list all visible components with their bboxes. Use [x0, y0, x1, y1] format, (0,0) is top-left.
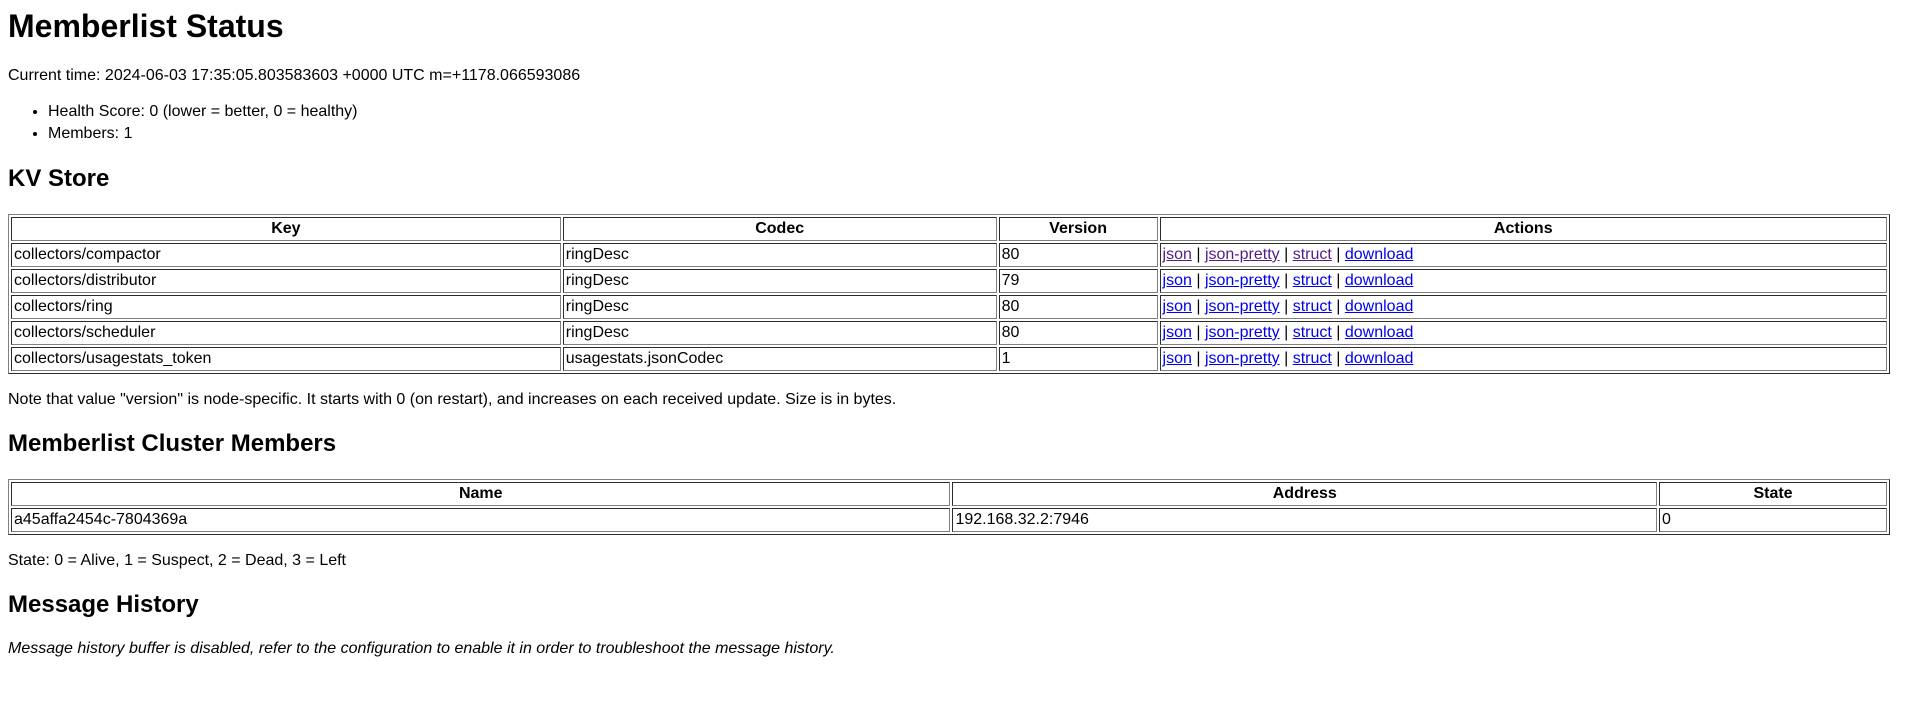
kv-cell-key: collectors/distributor	[11, 268, 561, 293]
kv-cell-key: collectors/scheduler	[11, 320, 561, 345]
member-cell-name: a45affa2454c-7804369a	[11, 507, 951, 532]
member-cell-state: 0	[1659, 507, 1887, 532]
action-link-struct[interactable]: struct	[1293, 324, 1332, 341]
action-separator: |	[1191, 323, 1205, 341]
table-row: collectors/distributor ringDesc 79 json …	[11, 268, 1887, 293]
kv-cell-version: 79	[998, 268, 1158, 293]
kv-cell-codec: ringDesc	[562, 320, 997, 345]
kv-cell-key: collectors/compactor	[11, 242, 561, 267]
action-separator: |	[1191, 245, 1205, 263]
action-link-download[interactable]: download	[1345, 324, 1414, 341]
action-separator: |	[1331, 297, 1345, 315]
kv-cell-actions: json | json-pretty | struct | download	[1159, 320, 1887, 345]
members-column-header-name: Name	[11, 481, 951, 506]
table-row: collectors/usagestats_token usagestats.j…	[11, 346, 1887, 371]
action-link-json[interactable]: json	[1163, 246, 1192, 263]
kv-cell-codec: ringDesc	[562, 294, 997, 319]
kv-cell-key: collectors/usagestats_token	[11, 346, 561, 371]
kv-store-body: collectors/compactor ringDesc 80 json | …	[11, 242, 1887, 371]
kv-column-header-actions: Actions	[1159, 216, 1887, 241]
action-separator: |	[1331, 323, 1345, 341]
action-separator: |	[1191, 271, 1205, 289]
table-row: collectors/ring ringDesc 80 json | json-…	[11, 294, 1887, 319]
kv-cell-version: 80	[998, 242, 1158, 267]
status-summary-list: Health Score: 0 (lower = better, 0 = hea…	[8, 101, 1890, 144]
action-separator: |	[1279, 349, 1293, 367]
members-column-header-state: State	[1659, 481, 1887, 506]
members-column-header-address: Address	[952, 481, 1658, 506]
kv-column-header-codec: Codec	[562, 216, 997, 241]
action-separator: |	[1331, 271, 1345, 289]
action-separator: |	[1331, 245, 1345, 263]
action-link-json-pretty[interactable]: json-pretty	[1205, 298, 1280, 315]
member-cell-address: 192.168.32.2:7946	[952, 507, 1658, 532]
kv-column-header-version: Version	[998, 216, 1158, 241]
memberlist-status-page: { "page": { "title": "Memberlist Status"…	[0, 0, 1898, 683]
cluster-members-body: a45affa2454c-7804369a 192.168.32.2:7946 …	[11, 507, 1887, 532]
table-row: collectors/compactor ringDesc 80 json | …	[11, 242, 1887, 267]
action-separator: |	[1279, 245, 1293, 263]
message-history-heading: Message History	[8, 590, 199, 618]
kv-cell-actions: json | json-pretty | struct | download	[1159, 242, 1887, 267]
cluster-members-heading: Memberlist Cluster Members	[8, 429, 337, 457]
action-separator: |	[1279, 271, 1293, 289]
table-row: collectors/scheduler ringDesc 80 json | …	[11, 320, 1887, 345]
members-header-row: Name Address State	[11, 481, 1887, 506]
action-link-struct[interactable]: struct	[1293, 298, 1332, 315]
action-link-struct[interactable]: struct	[1293, 350, 1332, 367]
action-link-json-pretty[interactable]: json-pretty	[1205, 350, 1280, 367]
kv-store-header-row: Key Codec Version Actions	[11, 216, 1887, 241]
table-row: a45affa2454c-7804369a 192.168.32.2:7946 …	[11, 507, 1887, 532]
action-link-json[interactable]: json	[1163, 324, 1192, 341]
action-link-json[interactable]: json	[1163, 350, 1192, 367]
kv-cell-codec: usagestats.jsonCodec	[562, 346, 997, 371]
action-separator: |	[1191, 297, 1205, 315]
action-link-json-pretty[interactable]: json-pretty	[1205, 324, 1280, 341]
action-link-struct[interactable]: struct	[1293, 272, 1332, 289]
action-separator: |	[1279, 323, 1293, 341]
kv-cell-actions: json | json-pretty | struct | download	[1159, 294, 1887, 319]
action-link-download[interactable]: download	[1345, 272, 1414, 289]
kv-cell-version: 80	[998, 294, 1158, 319]
page-title: Memberlist Status	[8, 8, 284, 44]
action-link-json[interactable]: json	[1163, 272, 1192, 289]
action-link-download[interactable]: download	[1345, 246, 1414, 263]
kv-cell-actions: json | json-pretty | struct | download	[1159, 346, 1887, 371]
kv-cell-codec: ringDesc	[562, 242, 997, 267]
summary-item-health-score: Health Score: 0 (lower = better, 0 = hea…	[48, 101, 1890, 123]
kv-cell-key: collectors/ring	[11, 294, 561, 319]
message-history-disabled-notice: Message history buffer is disabled, refe…	[8, 640, 835, 658]
action-link-json[interactable]: json	[1163, 298, 1192, 315]
action-link-struct[interactable]: struct	[1293, 246, 1332, 263]
kv-store-note: Note that value "version" is node-specif…	[8, 390, 897, 408]
kv-cell-codec: ringDesc	[562, 268, 997, 293]
action-link-download[interactable]: download	[1345, 350, 1414, 367]
cluster-members-table: Name Address State a45affa2454c-7804369a…	[8, 478, 1890, 535]
kv-store-table: Key Codec Version Actions collectors/com…	[8, 213, 1890, 374]
kv-cell-actions: json | json-pretty | struct | download	[1159, 268, 1887, 293]
action-separator: |	[1331, 349, 1345, 367]
current-time-line: Current time: 2024-06-03 17:35:05.803583…	[8, 66, 581, 84]
kv-store-heading: KV Store	[8, 165, 110, 193]
action-link-json-pretty[interactable]: json-pretty	[1205, 246, 1280, 263]
kv-column-header-key: Key	[11, 216, 561, 241]
state-legend: State: 0 = Alive, 1 = Suspect, 2 = Dead,…	[8, 551, 346, 569]
action-link-download[interactable]: download	[1345, 298, 1414, 315]
kv-cell-version: 80	[998, 320, 1158, 345]
kv-cell-version: 1	[998, 346, 1158, 371]
action-separator: |	[1279, 297, 1293, 315]
action-separator: |	[1191, 349, 1205, 367]
action-link-json-pretty[interactable]: json-pretty	[1205, 272, 1280, 289]
summary-item-members: Members: 1	[48, 123, 1890, 145]
